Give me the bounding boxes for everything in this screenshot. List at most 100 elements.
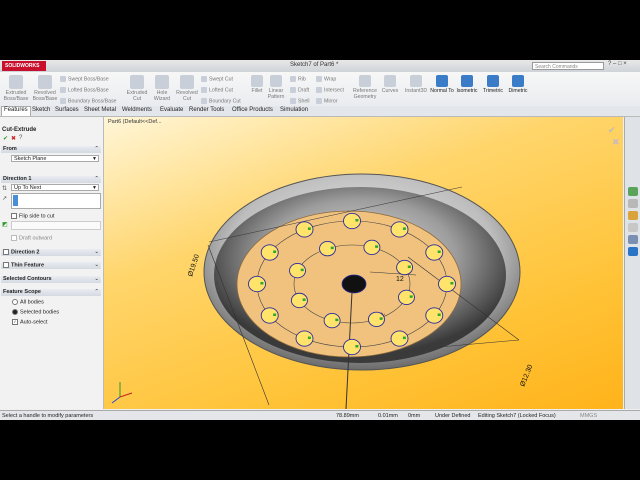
lofted-cut-label: Lofted Cut: [209, 87, 233, 94]
tab-weldments[interactable]: Weldments: [122, 107, 152, 113]
direction2-section-header[interactable]: Direction 2 ⌄: [1, 249, 101, 256]
intersect-button[interactable]: Intersect: [316, 87, 344, 93]
reference-geometry-button[interactable]: Reference Geometry: [350, 75, 380, 100]
tab-surfaces[interactable]: Surfaces: [55, 107, 79, 113]
draft-icon: [290, 87, 296, 93]
normal-to-button[interactable]: Normal To: [430, 75, 454, 94]
chevron-down-icon: ▼: [92, 185, 97, 191]
thin-feature-label: Thin Feature: [11, 262, 45, 269]
cancel-button[interactable]: ✖: [11, 135, 16, 142]
tab-features[interactable]: Features: [1, 106, 31, 116]
direction2-checkbox[interactable]: [3, 249, 9, 255]
appearances-icon[interactable]: [628, 235, 638, 244]
instant3d-button[interactable]: Instant3D: [402, 75, 430, 94]
swept-boss-button[interactable]: Swept Boss/Base: [60, 76, 109, 82]
relation-marker: [407, 265, 411, 269]
rib-icon: [290, 76, 296, 82]
dimension-right-value[interactable]: Ø12.30: [519, 364, 534, 388]
trimetric-button[interactable]: Trimetric: [480, 75, 506, 94]
from-section-header[interactable]: From ⌃: [1, 146, 101, 153]
units-system[interactable]: MMGS: [580, 413, 597, 419]
tab-sketch[interactable]: Sketch: [32, 107, 50, 113]
tab-simulation[interactable]: Simulation: [280, 107, 308, 113]
confirmation-corner[interactable]: ✔ ✖: [608, 125, 620, 147]
dimetric-button[interactable]: Dimetric: [506, 75, 530, 94]
rib-button[interactable]: Rib: [290, 76, 306, 82]
reverse-direction-icon[interactable]: ⇅: [2, 185, 7, 192]
wrap-button[interactable]: Wrap: [316, 76, 336, 82]
trimetric-icon: [487, 75, 499, 87]
selected-bodies-radio[interactable]: Selected bodies: [12, 309, 59, 315]
draft-outward-checkbox[interactable]: Draft outward: [11, 235, 52, 241]
model-view[interactable]: Ø19.50 Ø12.30 12 Ø2 ✔ ✖: [104, 117, 623, 409]
window-controls[interactable]: ? – □ ×: [608, 61, 627, 67]
mirror-label: Mirror: [324, 98, 338, 105]
help-icon[interactable]: ?: [19, 135, 22, 141]
fillet-button[interactable]: Fillet: [248, 75, 266, 94]
custom-properties-icon[interactable]: [628, 247, 638, 256]
dimension-top-value[interactable]: 12: [396, 276, 404, 283]
linear-pattern-button[interactable]: Linear Pattern: [266, 75, 286, 100]
resources-icon[interactable]: [628, 187, 638, 196]
all-bodies-radio[interactable]: All bodies: [12, 299, 44, 305]
thin-feature-section-header[interactable]: Thin Feature ⌄: [1, 262, 101, 269]
auto-select-checkbox[interactable]: ✓ Auto-select: [12, 319, 48, 325]
svg-text:✖: ✖: [612, 137, 620, 147]
extruded-cut-label: Extruded Cut: [126, 90, 148, 102]
selected-bodies-radio-dot: [12, 309, 18, 315]
flip-side-checkbox[interactable]: Flip side to cut: [11, 213, 54, 219]
search-commands-input[interactable]: Search Commands: [532, 62, 604, 70]
boundary-boss-button[interactable]: Boundary Boss/Base: [60, 98, 116, 104]
status-message: Select a handle to modify parameters: [2, 413, 94, 419]
tab-evaluate[interactable]: Evaluate: [160, 107, 183, 113]
extruded-cut-button[interactable]: Extruded Cut: [124, 75, 150, 102]
relation-marker: [307, 227, 311, 230]
shell-icon: [290, 98, 296, 104]
lofted-cut-button[interactable]: Lofted Cut: [201, 87, 233, 93]
dimension-left-value[interactable]: Ø19.50: [187, 254, 201, 278]
ok-button[interactable]: ✔: [3, 135, 8, 142]
end-condition-select[interactable]: Up To Next ▼: [11, 184, 99, 191]
revolved-boss-button[interactable]: Revolved Boss/Base: [31, 75, 59, 102]
all-bodies-radio-dot: [12, 299, 18, 305]
isometric-button[interactable]: Isometric: [454, 75, 480, 94]
cursor-z: 0mm: [408, 413, 421, 419]
relation-marker: [402, 336, 406, 340]
from-section-label: From: [3, 146, 17, 152]
selected-contours-section-header[interactable]: Selected Contours ⌄: [1, 276, 101, 283]
mirror-button[interactable]: Mirror: [316, 98, 338, 104]
lofted-boss-button[interactable]: Lofted Boss/Base: [60, 87, 109, 93]
view-palette-icon[interactable]: [628, 223, 638, 232]
direction-vector-field[interactable]: [11, 193, 101, 209]
cursor-y: 0.01mm: [378, 413, 398, 419]
boundary-cut-button[interactable]: Boundary Cut: [201, 98, 241, 104]
feature-scope-section-header[interactable]: Feature Scope ⌃: [1, 289, 101, 296]
tab-sheet-metal[interactable]: Sheet Metal: [84, 107, 116, 113]
extruded-boss-icon: [9, 75, 23, 89]
file-explorer-icon[interactable]: [628, 211, 638, 220]
draft-angle-field[interactable]: [11, 221, 101, 230]
from-select[interactable]: Sketch Plane ▼: [11, 155, 99, 162]
trimetric-label: Trimetric: [483, 88, 503, 94]
center-hole[interactable]: [341, 274, 367, 294]
shell-button[interactable]: Shell: [290, 98, 310, 104]
design-library-icon[interactable]: [628, 199, 638, 208]
direction2-label: Direction 2: [11, 249, 40, 256]
tab-office-products[interactable]: Office Products: [232, 107, 273, 113]
lofted-boss-icon: [60, 87, 66, 93]
draft-icon[interactable]: ◩: [2, 221, 8, 228]
normal-to-label: Normal To: [430, 88, 454, 94]
hole-wizard-button[interactable]: Hole Wizard: [150, 75, 174, 102]
revolved-cut-button[interactable]: Revolved Cut: [174, 75, 200, 102]
extruded-boss-button[interactable]: Extruded Boss/Base: [2, 75, 30, 102]
thin-feature-checkbox[interactable]: [3, 262, 9, 268]
direction1-section-header[interactable]: Direction 1 ⌃: [1, 176, 101, 183]
isometric-icon: [461, 75, 473, 87]
curves-button[interactable]: Curves: [380, 75, 400, 94]
graphics-area[interactable]: Part6 (Default<<Def... Ø19.50 Ø12.30 12 …: [104, 117, 623, 409]
draft-button[interactable]: Draft: [290, 87, 309, 93]
tab-render-tools[interactable]: Render Tools: [189, 107, 224, 113]
linear-pattern-icon: [270, 75, 282, 87]
swept-cut-button[interactable]: Swept Cut: [201, 76, 233, 82]
feature-title: Cut-Extrude: [2, 127, 37, 133]
